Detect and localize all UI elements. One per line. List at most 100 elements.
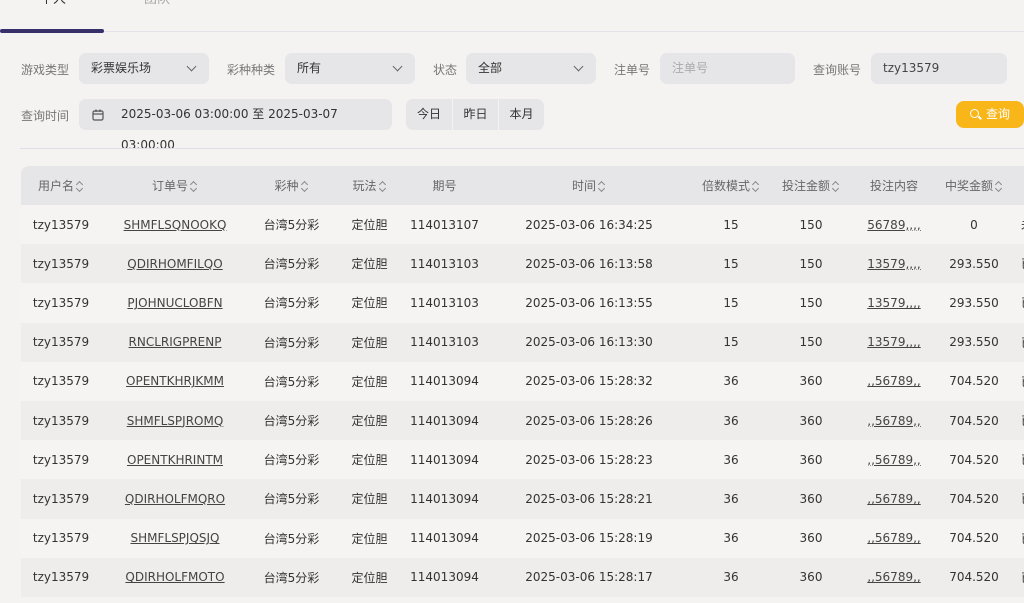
bet-amount-value: 150 — [799, 256, 823, 271]
tab-personal[interactable]: 个人 — [40, 0, 66, 7]
tab-team[interactable]: 团队 — [144, 0, 170, 7]
cell-bet-content: ,,56789,, — [854, 401, 934, 440]
cell-lottery: 台湾5分彩 — [249, 558, 334, 597]
order-no-link[interactable]: SHMFLSQNOOKQ — [124, 218, 227, 232]
bet-content-link[interactable]: 13579,,,, — [867, 296, 920, 310]
sort-icon[interactable] — [190, 182, 198, 192]
order-no-link[interactable]: OPENTKHRINTM — [127, 453, 223, 467]
bet-amount-value: 150 — [799, 335, 823, 350]
bet-content-link[interactable]: ,,56789,, — [867, 414, 920, 428]
sort-icon[interactable] — [301, 182, 309, 192]
cell-bet-amount: 360 — [768, 479, 854, 518]
username-value: tzy13579 — [32, 413, 90, 428]
cell-play-type: 定位胆 — [334, 519, 405, 558]
lottery-kind-select[interactable]: 所有 — [285, 53, 415, 84]
order-no-link[interactable]: QDIRHOLFMOTO — [125, 570, 224, 584]
search-button[interactable]: 查询 — [956, 101, 1024, 128]
sort-icon[interactable] — [76, 182, 84, 192]
order-no-link[interactable]: RNCLRIGPRENP — [129, 335, 222, 349]
order-no-input[interactable]: 注单号 — [660, 53, 795, 84]
cell-username: tzy13579 — [21, 283, 101, 322]
win-amount-value: 704.520 — [949, 531, 999, 546]
order-no-link[interactable]: SHMFLSPJROMQ — [127, 414, 224, 428]
cell-play-type: 定位胆 — [334, 479, 405, 518]
order-no-link[interactable]: PJOHNUCLOBFN — [127, 296, 222, 310]
bet-content-link[interactable]: ,,56789,, — [867, 374, 920, 388]
cell-lottery: 台湾5分彩 — [249, 205, 334, 244]
issue-value: 114013094 — [410, 491, 479, 506]
status-select[interactable]: 全部 — [466, 53, 596, 84]
bet-amount-value: 360 — [799, 452, 823, 467]
order-no-link[interactable]: QDIRHOMFILQO — [127, 257, 222, 271]
bet-content-link[interactable]: ,,56789,, — [867, 531, 920, 545]
cell-bet-amount: 150 — [768, 283, 854, 322]
cell-order-no: PJOHNUCLOBFN — [101, 283, 249, 322]
cell-bet-amount: 360 — [768, 519, 854, 558]
bet-content-link[interactable]: ,,56789,, — [867, 570, 920, 584]
order-no-link[interactable]: OPENTKHRJKMM — [126, 374, 224, 388]
header-lottery[interactable]: 彩种 — [249, 166, 334, 205]
cell-multiplier: 15 — [694, 283, 768, 322]
win-amount-value: 293.550 — [949, 335, 999, 350]
cell-bet-amount: 150 — [768, 205, 854, 244]
cell-play-type: 定位胆 — [334, 205, 405, 244]
sort-icon[interactable] — [832, 182, 840, 192]
header-username[interactable]: 用户名 — [21, 166, 101, 205]
multiplier-value: 15 — [723, 295, 739, 310]
bet-content-link[interactable]: 13579,,,, — [867, 257, 920, 271]
bet-content-link[interactable]: 13579,,,, — [867, 335, 920, 349]
header-bet-amount[interactable]: 投注金额 — [768, 166, 854, 205]
cell-status: 已中奖 — [1014, 323, 1024, 362]
lottery-value: 台湾5分彩 — [263, 374, 320, 389]
sort-icon[interactable] — [995, 182, 1003, 192]
yesterday-button[interactable]: 昨日 — [453, 99, 498, 130]
cell-win-amount: 704.520 — [934, 401, 1014, 440]
cell-username: tzy13579 — [21, 323, 101, 362]
cell-username: tzy13579 — [21, 205, 101, 244]
bet-amount-value: 360 — [799, 413, 823, 428]
order-no-link[interactable]: SHMFLSPJQSJQ — [130, 531, 219, 545]
win-amount-value: 704.520 — [949, 452, 999, 467]
cell-username: tzy13579 — [21, 519, 101, 558]
date-range-picker[interactable]: 2025-03-06 03:00:00 至 2025-03-07 03:00:0… — [79, 99, 392, 152]
bet-content-link[interactable]: ,,56789,, — [867, 492, 920, 506]
tab-bar: 个人 团队 — [0, 0, 1024, 33]
time-value: 2025-03-06 16:13:30 — [525, 335, 653, 350]
header-time[interactable]: 时间 — [484, 166, 694, 205]
cell-win-amount: 293.550 — [934, 323, 1014, 362]
order-no-link[interactable]: QDIRHOLFMQRO — [125, 492, 225, 506]
this-month-button[interactable]: 本月 — [499, 99, 544, 130]
sort-icon[interactable] — [752, 182, 760, 192]
username-value: tzy13579 — [32, 335, 90, 350]
time-value: 2025-03-06 16:13:58 — [525, 256, 653, 271]
bet-content-link[interactable]: 56789,,,, — [867, 218, 920, 232]
win-amount-value: 704.520 — [949, 570, 999, 585]
issue-value: 114013094 — [410, 413, 479, 428]
sort-icon[interactable] — [598, 182, 606, 192]
cell-bet-content: ,,56789,, — [854, 479, 934, 518]
cell-lottery: 台湾5分彩 — [249, 362, 334, 401]
cell-win-amount: 704.520 — [934, 440, 1014, 479]
table-row: tzy13579 OPENTKHRINTM 台湾5分彩 定位胆 114013094 202… — [21, 440, 1024, 480]
chevron-down-icon — [573, 61, 584, 72]
cell-username: tzy13579 — [21, 401, 101, 440]
cell-bet-amount: 150 — [768, 323, 854, 362]
cell-issue: 114013103 — [405, 244, 484, 283]
header-order-no[interactable]: 订单号 — [101, 166, 249, 205]
table-row: tzy13579 QDIRHOMFILQO 台湾5分彩 定位胆 114013103 202… — [21, 244, 1024, 284]
cell-play-type: 定位胆 — [334, 283, 405, 322]
cell-play-type: 定位胆 — [334, 244, 405, 283]
multiplier-value: 36 — [723, 531, 739, 546]
header-win-amount[interactable]: 中奖金额 — [934, 166, 1014, 205]
account-input[interactable]: tzy13579 — [871, 53, 1007, 84]
cell-bet-content: 13579,,,, — [854, 283, 934, 322]
sort-icon[interactable] — [379, 182, 387, 192]
header-multiplier[interactable]: 倍数模式 — [694, 166, 768, 205]
bet-content-link[interactable]: ,,56789,, — [867, 453, 920, 467]
game-type-select[interactable]: 彩票娱乐场 — [79, 53, 209, 84]
cell-play-type: 定位胆 — [334, 440, 405, 479]
header-play-type[interactable]: 玩法 — [334, 166, 405, 205]
cell-status: 已中奖 — [1014, 362, 1024, 401]
today-button[interactable]: 今日 — [406, 99, 452, 130]
win-amount-value: 704.520 — [949, 413, 999, 428]
